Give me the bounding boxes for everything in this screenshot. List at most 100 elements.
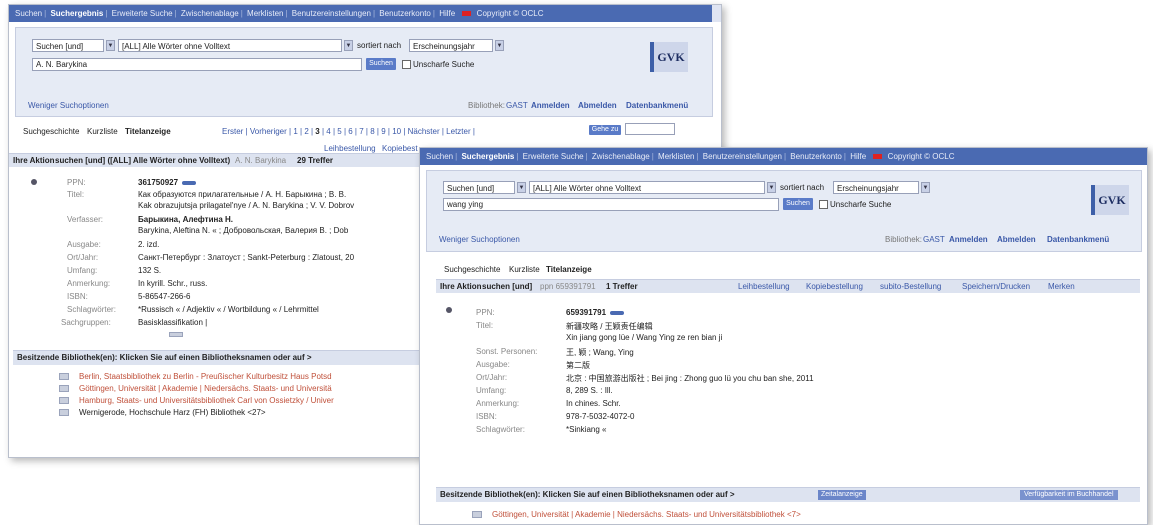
- edition-value: 第二版: [566, 361, 590, 370]
- nav-watchlists[interactable]: Merklisten: [658, 152, 694, 161]
- database-menu-link[interactable]: Datenbankmenü: [626, 101, 688, 110]
- library-value[interactable]: GAST: [506, 101, 528, 110]
- search-panel: Suchen [und] ▼ [ALL] Alle Wörter ohne Vo…: [15, 27, 713, 117]
- link-arrow-icon[interactable]: [182, 180, 197, 185]
- nav-advanced-search[interactable]: Erweiterte Suche: [112, 9, 173, 18]
- availability-button[interactable]: Verfügbarkeit im Buchhandel: [1020, 490, 1118, 500]
- copy-order-link[interactable]: Kopiebest: [382, 144, 418, 153]
- chevron-down-icon[interactable]: ▼: [495, 40, 504, 51]
- link-arrow-icon[interactable]: [610, 310, 625, 315]
- nav-advanced-search[interactable]: Erweiterte Suche: [523, 152, 584, 161]
- database-menu-link[interactable]: Datenbankmenü: [1047, 235, 1109, 244]
- save-print-link[interactable]: Speichern/Drucken: [962, 282, 1030, 291]
- language-flag-icon[interactable]: [873, 154, 883, 160]
- search-mode-select[interactable]: Suchen [und]: [32, 39, 104, 52]
- holding-library-link[interactable]: Wernigerode, Hochschule Harz (FH) Biblio…: [79, 408, 266, 417]
- page-link[interactable]: 2: [304, 127, 308, 136]
- pager-previous[interactable]: Vorheriger: [250, 127, 287, 136]
- nav-results[interactable]: Suchergebnis: [50, 9, 103, 18]
- loan-order-link[interactable]: Leihbestellung: [324, 144, 376, 153]
- logout-link[interactable]: Abmelden: [578, 101, 617, 110]
- page-link[interactable]: 5: [337, 127, 341, 136]
- nav-user-account[interactable]: Benutzerkonto: [790, 152, 842, 161]
- search-mode-select[interactable]: Suchen [und]: [443, 181, 515, 194]
- remember-link[interactable]: Merken: [1048, 282, 1075, 291]
- title-transliteration[interactable]: Kak obrazujutsja prilagatel'nye / A. N. …: [138, 201, 354, 210]
- subjects-value[interactable]: *Sinkiang «: [566, 425, 606, 434]
- search-button[interactable]: Suchen: [366, 58, 396, 70]
- title-transliteration[interactable]: Xin jiang gong lüe / Wang Ying ze ren bi…: [566, 333, 722, 342]
- chevron-down-icon[interactable]: ▼: [344, 40, 353, 51]
- page-link[interactable]: 10: [392, 127, 401, 136]
- chevron-down-icon[interactable]: ▼: [106, 40, 115, 51]
- pager-first[interactable]: Erster: [222, 127, 243, 136]
- subito-order-link[interactable]: subito-Bestellung: [880, 282, 941, 291]
- pager-last[interactable]: Letzter: [446, 127, 470, 136]
- search-index-select[interactable]: [ALL] Alle Wörter ohne Volltext: [529, 181, 765, 194]
- page-link[interactable]: 6: [348, 127, 352, 136]
- nav-user-settings[interactable]: Benutzereinstellungen: [703, 152, 782, 161]
- page-link[interactable]: 1: [293, 127, 297, 136]
- nav-search[interactable]: Suchen: [15, 9, 42, 18]
- fuzzy-search-checkbox[interactable]: [402, 60, 411, 69]
- nav-clipboard[interactable]: Zwischenablage: [181, 9, 239, 18]
- loan-order-link[interactable]: Leihbestellung: [738, 282, 790, 291]
- search-index-select[interactable]: [ALL] Alle Wörter ohne Volltext: [118, 39, 342, 52]
- nav-results[interactable]: Suchergebnis: [461, 152, 514, 161]
- title-value[interactable]: Как образуются прилагательные / А. Н. Ба…: [138, 190, 346, 199]
- holding-library-link[interactable]: Göttingen, Universität | Akademie | Nied…: [492, 510, 801, 519]
- chevron-down-icon[interactable]: ▼: [517, 182, 526, 193]
- holding-library-link[interactable]: Göttingen, Universität | Akademie | Nied…: [79, 384, 332, 393]
- nav-user-settings[interactable]: Benutzereinstellungen: [292, 9, 371, 18]
- fewer-options-link[interactable]: Weniger Suchoptionen: [28, 101, 109, 110]
- tab-short-list[interactable]: Kurzliste: [87, 127, 118, 136]
- search-input[interactable]: A. N. Barykina: [32, 58, 362, 71]
- tab-search-history[interactable]: Suchgeschichte: [23, 127, 79, 136]
- author-value[interactable]: Барыкина, Алефтина Н.: [138, 215, 233, 224]
- search-input[interactable]: wang ying: [443, 198, 779, 211]
- tab-short-list[interactable]: Kurzliste: [509, 265, 540, 274]
- page-link[interactable]: 8: [370, 127, 374, 136]
- nav-help[interactable]: Hilfe: [850, 152, 866, 161]
- library-value[interactable]: GAST: [923, 235, 945, 244]
- language-flag-icon[interactable]: [462, 11, 472, 17]
- field-label: Titel:: [476, 321, 494, 330]
- pager-next[interactable]: Nächster: [408, 127, 440, 136]
- tab-title-view[interactable]: Titelanzeige: [546, 265, 592, 274]
- page-link[interactable]: 7: [359, 127, 363, 136]
- login-link[interactable]: Anmelden: [531, 101, 570, 110]
- sort-select[interactable]: Erscheinungsjahr: [409, 39, 493, 52]
- holding-library-link[interactable]: Berlin, Staatsbibliothek zu Berlin - Pre…: [79, 372, 332, 381]
- goto-button[interactable]: Gehe zu: [589, 125, 621, 135]
- extent-value: 8, 289 S. : Ill.: [566, 386, 613, 395]
- nav-user-account[interactable]: Benutzerkonto: [379, 9, 431, 18]
- chevron-down-icon[interactable]: ▼: [921, 182, 930, 193]
- nav-help[interactable]: Hilfe: [439, 9, 455, 18]
- copyright-notice: Copyright © OCLC: [476, 9, 544, 18]
- time-display-button[interactable]: Zeitalanzeige: [818, 490, 866, 500]
- copy-order-link[interactable]: Kopiebestellung: [806, 282, 863, 291]
- scrollbar[interactable]: [712, 5, 721, 22]
- author-transliteration[interactable]: Barykina, Aleftina N. « ; Добровольская,…: [138, 226, 348, 235]
- subjects-value[interactable]: *Russisch « / Adjektiv « / Wortbildung «…: [138, 305, 319, 314]
- pin-icon[interactable]: [446, 307, 452, 313]
- nav-clipboard[interactable]: Zwischenablage: [592, 152, 650, 161]
- sort-select[interactable]: Erscheinungsjahr: [833, 181, 919, 194]
- other-persons-value[interactable]: 王, 颖 ; Wang, Ying: [566, 347, 634, 358]
- tab-search-history[interactable]: Suchgeschichte: [444, 265, 500, 274]
- nav-watchlists[interactable]: Merklisten: [247, 9, 283, 18]
- holding-library-link[interactable]: Hamburg, Staats- und Universitätsbibliot…: [79, 396, 334, 405]
- search-button[interactable]: Suchen: [783, 198, 813, 210]
- page-link[interactable]: 9: [381, 127, 385, 136]
- goto-page-input[interactable]: [625, 123, 675, 135]
- expand-icon[interactable]: [169, 332, 183, 337]
- tab-title-view[interactable]: Titelanzeige: [125, 127, 171, 136]
- chevron-down-icon[interactable]: ▼: [767, 182, 776, 193]
- fewer-options-link[interactable]: Weniger Suchoptionen: [439, 235, 520, 244]
- nav-search[interactable]: Suchen: [426, 152, 453, 161]
- page-link[interactable]: 4: [326, 127, 330, 136]
- pin-icon[interactable]: [31, 179, 37, 185]
- fuzzy-search-checkbox[interactable]: [819, 200, 828, 209]
- logout-link[interactable]: Abmelden: [997, 235, 1036, 244]
- login-link[interactable]: Anmelden: [949, 235, 988, 244]
